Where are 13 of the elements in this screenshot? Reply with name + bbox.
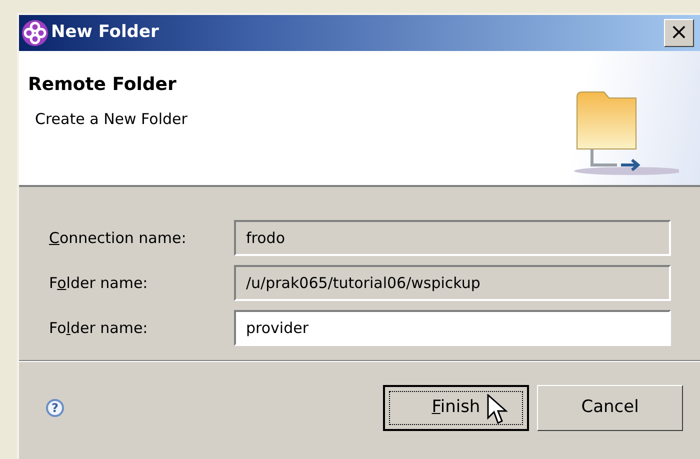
window-title: New Folder <box>51 21 159 44</box>
cancel-button[interactable]: Cancel <box>537 385 683 431</box>
page-title: Remote Folder <box>28 73 176 97</box>
page-description: Create a New Folder <box>35 109 188 130</box>
field-label: Folder name: <box>49 318 149 339</box>
finish-button[interactable]: Finish <box>383 385 529 431</box>
close-button[interactable]: × <box>664 19 694 47</box>
text-field[interactable]: provider <box>234 310 671 346</box>
field-label: Connection name: <box>49 228 188 249</box>
app-logo-icon <box>21 19 49 47</box>
help-button[interactable]: ? <box>46 399 64 417</box>
mouse-cursor-icon <box>487 394 509 426</box>
field-label: Folder name: <box>49 272 149 294</box>
